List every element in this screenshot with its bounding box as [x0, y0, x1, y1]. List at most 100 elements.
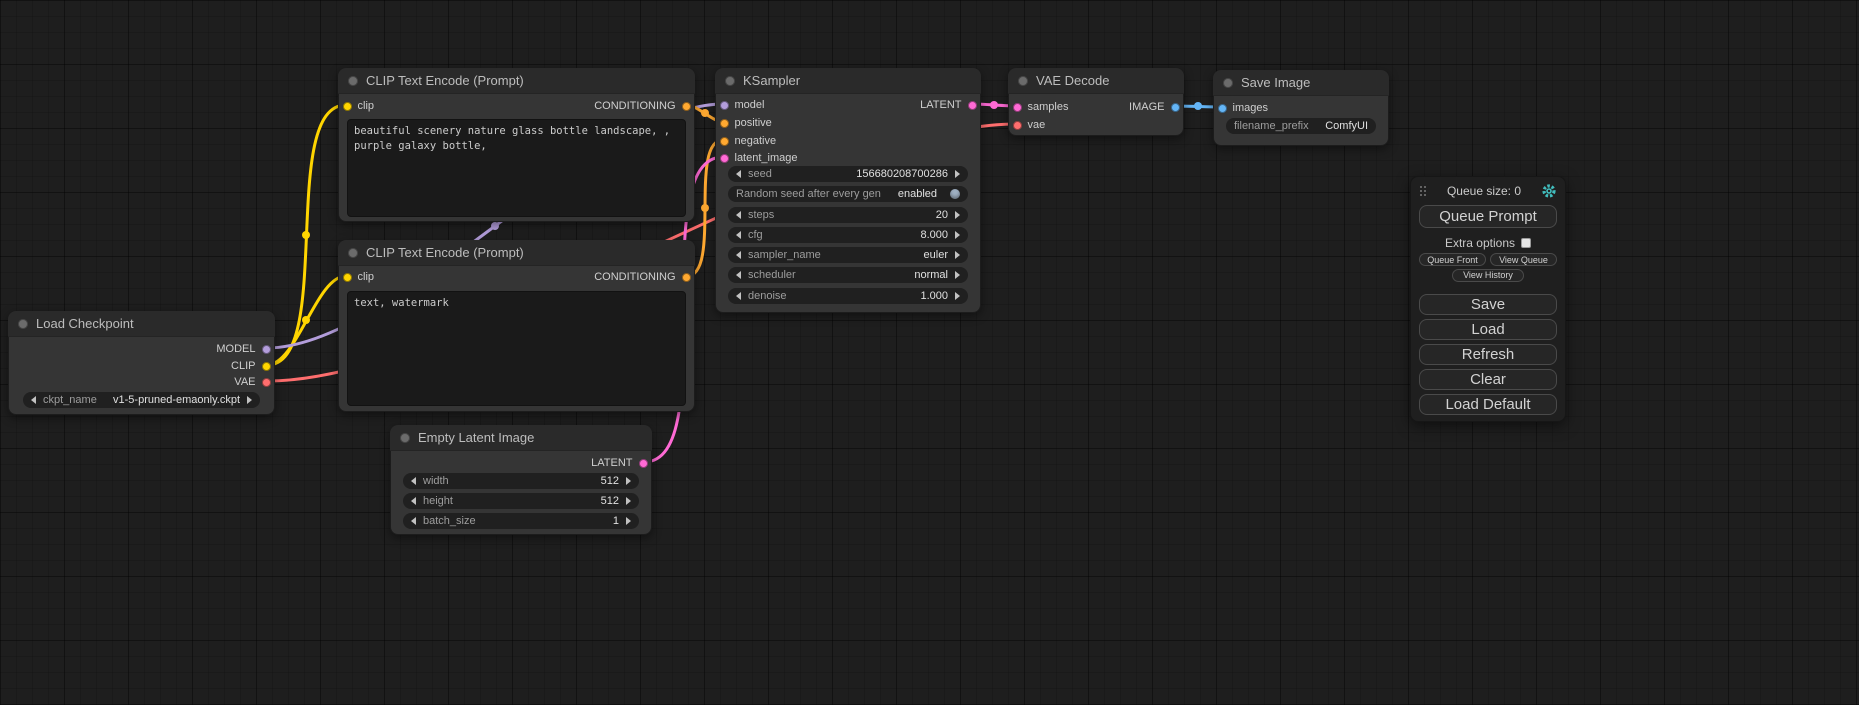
output-slot-latent[interactable]: LATENT	[920, 98, 976, 112]
widget-sampler-name[interactable]: sampler_name euler	[728, 247, 968, 263]
slot-dot[interactable]	[720, 101, 729, 110]
slot-dot[interactable]	[682, 273, 691, 282]
widget-ckpt-name[interactable]: ckpt_name v1-5-pruned-emaonly.ckpt	[23, 392, 260, 408]
widget-steps[interactable]: steps 20	[728, 207, 968, 223]
node-title-bar[interactable]: VAE Decode	[1008, 68, 1184, 94]
queue-prompt-button[interactable]: Queue Prompt	[1419, 205, 1557, 228]
slot-dot[interactable]	[1013, 121, 1022, 130]
prompt-textarea[interactable]: text, watermark	[347, 291, 686, 406]
output-slot-image[interactable]: IMAGE	[1129, 100, 1179, 114]
node-empty-latent-image[interactable]: Empty Latent Image LATENT width 512 heig…	[390, 425, 652, 535]
node-title-bar[interactable]: CLIP Text Encode (Prompt)	[338, 240, 695, 266]
decrement-icon[interactable]	[31, 396, 36, 404]
slot-dot[interactable]	[1218, 104, 1227, 113]
increment-icon[interactable]	[247, 396, 252, 404]
widget-filename-prefix[interactable]: filename_prefix ComfyUI	[1226, 118, 1376, 134]
node-title-bar[interactable]: Save Image	[1213, 70, 1389, 96]
increment-icon[interactable]	[955, 170, 960, 178]
output-slot-conditioning[interactable]: CONDITIONING	[594, 270, 690, 284]
input-slot-vae[interactable]: vae	[1013, 118, 1046, 132]
widget-cfg[interactable]: cfg 8.000	[728, 227, 968, 243]
collapse-dot-icon[interactable]	[1223, 78, 1233, 88]
collapse-dot-icon[interactable]	[725, 76, 735, 86]
node-clip-text-encode-positive[interactable]: CLIP Text Encode (Prompt) clip CONDITION…	[338, 68, 695, 222]
input-slot-positive[interactable]: positive	[720, 116, 772, 130]
clear-button[interactable]: Clear	[1419, 369, 1557, 390]
input-slot-latent-image[interactable]: latent_image	[720, 151, 798, 165]
increment-icon[interactable]	[626, 497, 631, 505]
increment-icon[interactable]	[626, 477, 631, 485]
widget-height[interactable]: height 512	[403, 493, 639, 509]
slot-dot[interactable]	[720, 137, 729, 146]
output-slot-model[interactable]: MODEL	[216, 342, 270, 356]
input-slot-model[interactable]: model	[720, 98, 765, 112]
output-slot-vae[interactable]: VAE	[234, 375, 270, 389]
decrement-icon[interactable]	[736, 271, 741, 279]
node-title-bar[interactable]: Empty Latent Image	[390, 425, 652, 451]
slot-dot[interactable]	[262, 378, 271, 387]
collapse-dot-icon[interactable]	[18, 319, 28, 329]
output-slot-latent[interactable]: LATENT	[591, 456, 647, 470]
decrement-icon[interactable]	[736, 251, 741, 259]
slot-dot[interactable]	[968, 101, 977, 110]
increment-icon[interactable]	[626, 517, 631, 525]
node-title-bar[interactable]: CLIP Text Encode (Prompt)	[338, 68, 695, 94]
increment-icon[interactable]	[955, 271, 960, 279]
toggle-icon[interactable]	[950, 189, 960, 199]
widget-scheduler[interactable]: scheduler normal	[728, 267, 968, 283]
node-title-bar[interactable]: KSampler	[715, 68, 981, 94]
widget-seed[interactable]: seed 156680208700286	[728, 166, 968, 182]
output-slot-conditioning[interactable]: CONDITIONING	[594, 99, 690, 113]
slot-dot[interactable]	[1171, 103, 1180, 112]
widget-denoise[interactable]: denoise 1.000	[728, 288, 968, 304]
collapse-dot-icon[interactable]	[400, 433, 410, 443]
slot-dot[interactable]	[720, 119, 729, 128]
node-graph-canvas[interactable]: Load Checkpoint MODEL CLIP VAE ckpt_name…	[0, 0, 1859, 705]
widget-width[interactable]: width 512	[403, 473, 639, 489]
increment-icon[interactable]	[955, 251, 960, 259]
node-clip-text-encode-negative[interactable]: CLIP Text Encode (Prompt) clip CONDITION…	[338, 240, 695, 412]
widget-batch-size[interactable]: batch_size 1	[403, 513, 639, 529]
load-default-button[interactable]: Load Default	[1419, 394, 1557, 415]
input-slot-clip[interactable]: clip	[343, 99, 375, 113]
increment-icon[interactable]	[955, 211, 960, 219]
slot-dot[interactable]	[262, 362, 271, 371]
increment-icon[interactable]	[955, 292, 960, 300]
node-ksampler[interactable]: KSampler model positive negative latent_…	[715, 68, 981, 313]
save-button[interactable]: Save	[1419, 294, 1557, 315]
node-vae-decode[interactable]: VAE Decode samples vae IMAGE	[1008, 68, 1184, 136]
drag-handle-icon[interactable]	[1419, 185, 1427, 197]
slot-dot[interactable]	[343, 273, 352, 282]
slot-dot[interactable]	[682, 102, 691, 111]
extra-options-checkbox[interactable]	[1521, 238, 1531, 248]
collapse-dot-icon[interactable]	[1018, 76, 1028, 86]
increment-icon[interactable]	[955, 231, 960, 239]
decrement-icon[interactable]	[736, 211, 741, 219]
view-queue-button[interactable]: View Queue	[1490, 253, 1557, 266]
decrement-icon[interactable]	[736, 231, 741, 239]
widget-random-seed-toggle[interactable]: Random seed after every gen enabled	[728, 186, 968, 202]
slot-dot[interactable]	[343, 102, 352, 111]
node-title-bar[interactable]: Load Checkpoint	[8, 311, 275, 337]
slot-dot[interactable]	[1013, 103, 1022, 112]
input-slot-negative[interactable]: negative	[720, 134, 777, 148]
prompt-textarea[interactable]: beautiful scenery nature glass bottle la…	[347, 119, 686, 217]
queue-front-button[interactable]: Queue Front	[1419, 253, 1486, 266]
node-load-checkpoint[interactable]: Load Checkpoint MODEL CLIP VAE ckpt_name…	[8, 311, 275, 415]
slot-dot[interactable]	[262, 345, 271, 354]
refresh-button[interactable]: Refresh	[1419, 344, 1557, 365]
slot-dot[interactable]	[720, 154, 729, 163]
view-history-button[interactable]: View History	[1452, 269, 1524, 282]
decrement-icon[interactable]	[736, 170, 741, 178]
input-slot-images[interactable]: images	[1218, 101, 1268, 115]
decrement-icon[interactable]	[411, 477, 416, 485]
collapse-dot-icon[interactable]	[348, 76, 358, 86]
decrement-icon[interactable]	[736, 292, 741, 300]
load-button[interactable]: Load	[1419, 319, 1557, 340]
decrement-icon[interactable]	[411, 517, 416, 525]
output-slot-clip[interactable]: CLIP	[231, 359, 270, 373]
slot-dot[interactable]	[639, 459, 648, 468]
decrement-icon[interactable]	[411, 497, 416, 505]
input-slot-clip[interactable]: clip	[343, 270, 375, 284]
settings-gear-icon[interactable]	[1541, 183, 1557, 199]
